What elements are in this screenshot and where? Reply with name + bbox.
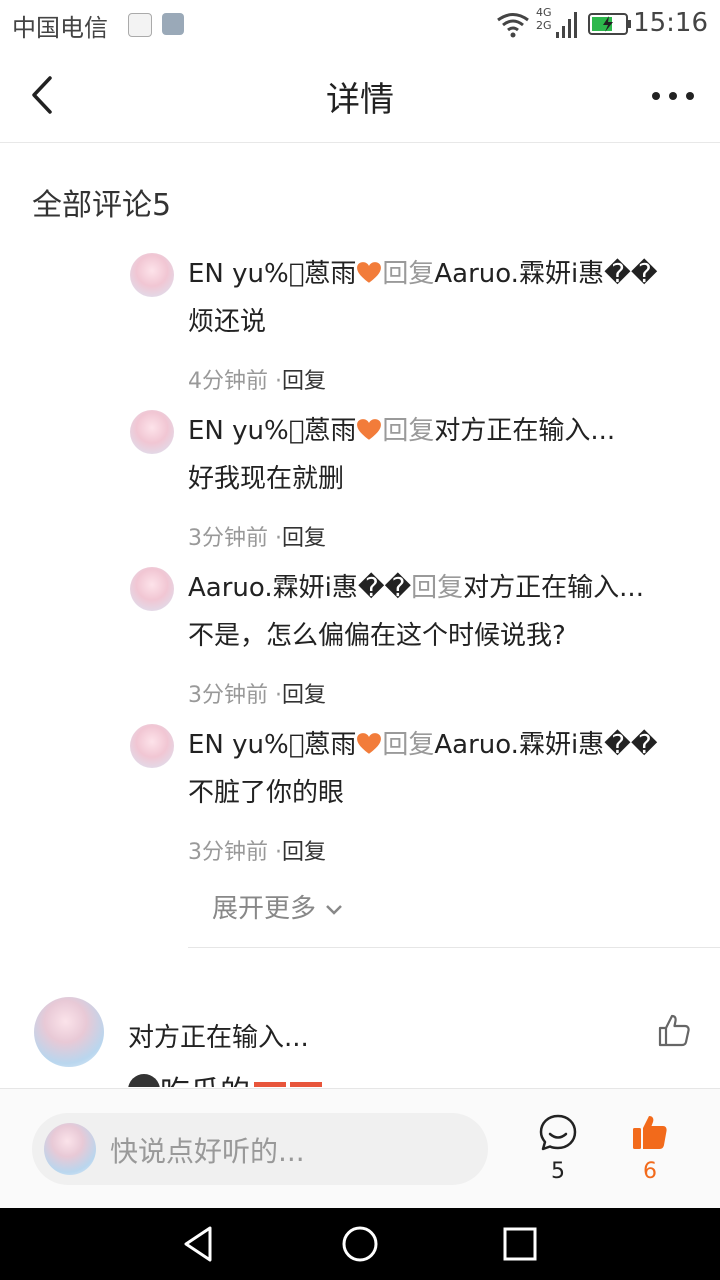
comment-item[interactable]: 对方正在输入... 吃瓜的 [0, 995, 720, 1087]
network-type-label: 4G 2G [536, 6, 552, 32]
reply-header: EN yu% 蒽雨 回复对方正在输入... [188, 410, 615, 447]
notes-app-icon [128, 13, 152, 37]
chevron-down-icon [326, 904, 343, 915]
reply-target[interactable]: Aaruo.霖妍i惠�� [434, 730, 657, 760]
reply-time: 3分钟前 · [188, 683, 282, 708]
system-home-button[interactable] [340, 1224, 380, 1264]
comment-text-content: 吃瓜的 [160, 1075, 250, 1087]
battery-icon [588, 13, 631, 35]
page-title: 详情 [326, 80, 394, 120]
avatar[interactable] [130, 724, 174, 768]
reply-meta: 3分钟前 ·回复 [188, 834, 326, 866]
navigation-bar: 详情 [0, 48, 720, 143]
reply-to-label: 回复 [382, 730, 435, 760]
reply-author[interactable]: EN yu% 蒽雨 [188, 416, 356, 446]
reply-to-label: 回复 [382, 259, 435, 289]
reply-time: 4分钟前 · [188, 369, 282, 394]
reply-text: 烦还说 [188, 307, 267, 337]
comment-bubble-icon [539, 1114, 577, 1151]
reply-text: 不脏了你的眼 [188, 778, 345, 808]
reply-meta: 3分钟前 ·回复 [188, 520, 326, 552]
like-button[interactable]: 6 [620, 1113, 680, 1184]
reply-text: 不是，怎么偏偏在这个时候说我? [188, 621, 566, 651]
comment-count: 5 [551, 1159, 565, 1184]
system-recents-button[interactable] [500, 1224, 540, 1264]
heart-icon [357, 262, 382, 283]
reply-header: EN yu% 蒽雨 回复Aaruo.霖妍i惠�� [188, 253, 658, 290]
reply-header: Aaruo.霖妍i惠��回复对方正在输入... [188, 567, 644, 604]
reply-target[interactable]: 对方正在输入... [434, 416, 615, 446]
reply-author[interactable]: Aaruo.霖妍i惠�� [188, 573, 411, 603]
reply-target[interactable]: 对方正在输入... [463, 573, 644, 603]
clock: 15:16 [633, 8, 708, 38]
comment-text: 吃瓜的 [128, 1067, 322, 1087]
circle-home-icon [342, 1226, 378, 1262]
status-bar: 中国电信 4G 2G 15:16 [0, 0, 720, 48]
like-count: 6 [643, 1159, 657, 1184]
comments-section-title: 全部评论5 [32, 188, 172, 223]
watermelon-emoji-icon [290, 1082, 322, 1087]
reply-target[interactable]: Aaruo.霖妍i惠�� [434, 259, 657, 289]
user-badge-icon [128, 1074, 160, 1087]
reply-meta: 4分钟前 ·回复 [188, 363, 326, 395]
reply-to-label: 回复 [382, 416, 435, 446]
avatar [44, 1123, 96, 1175]
reply-to-label: 回复 [411, 573, 464, 603]
signal-icon [556, 12, 577, 38]
reply-text: 好我现在就删 [188, 464, 345, 494]
thumbs-up-outline-icon[interactable] [656, 1013, 692, 1049]
more-options-icon[interactable] [648, 78, 698, 114]
reply-author[interactable]: EN yu% 蒽雨 [188, 730, 356, 760]
watermelon-emoji-icon [254, 1082, 286, 1087]
bottom-action-bar: 快说点好听的... 5 6 [0, 1088, 720, 1209]
wifi-icon [497, 13, 529, 38]
avatar[interactable] [34, 997, 104, 1067]
gallery-app-icon [162, 13, 184, 35]
expand-more-label: 展开更多 [212, 894, 317, 924]
reply-button[interactable]: 回复 [282, 526, 326, 551]
system-back-button[interactable] [180, 1224, 220, 1264]
reply-header: EN yu% 蒽雨 回复Aaruo.霖妍i惠�� [188, 724, 658, 761]
reply-meta: 3分钟前 ·回复 [188, 677, 326, 709]
thumbs-up-filled-icon [633, 1116, 667, 1149]
reply-button[interactable]: 回复 [282, 369, 326, 394]
square-recents-icon [503, 1227, 537, 1261]
comment-author[interactable]: 对方正在输入... [128, 1017, 309, 1054]
avatar[interactable] [130, 253, 174, 297]
avatar[interactable] [130, 410, 174, 454]
carrier-label: 中国电信 [12, 14, 108, 42]
heart-icon [357, 733, 382, 754]
reply-button[interactable]: 回复 [282, 683, 326, 708]
comment-input-placeholder: 快说点好听的... [110, 1135, 305, 1168]
reply-time: 3分钟前 · [188, 840, 282, 865]
system-navigation-bar [0, 1208, 720, 1280]
heart-icon [357, 419, 382, 440]
expand-more-button[interactable]: 展开更多 [212, 888, 344, 925]
reply-time: 3分钟前 · [188, 526, 282, 551]
avatar[interactable] [130, 567, 174, 611]
triangle-back-icon [184, 1226, 212, 1262]
comment-input[interactable]: 快说点好听的... [32, 1113, 488, 1185]
divider [188, 947, 720, 948]
comment-button[interactable]: 5 [528, 1113, 588, 1184]
reply-author[interactable]: EN yu% 蒽雨 [188, 259, 356, 289]
reply-button[interactable]: 回复 [282, 840, 326, 865]
